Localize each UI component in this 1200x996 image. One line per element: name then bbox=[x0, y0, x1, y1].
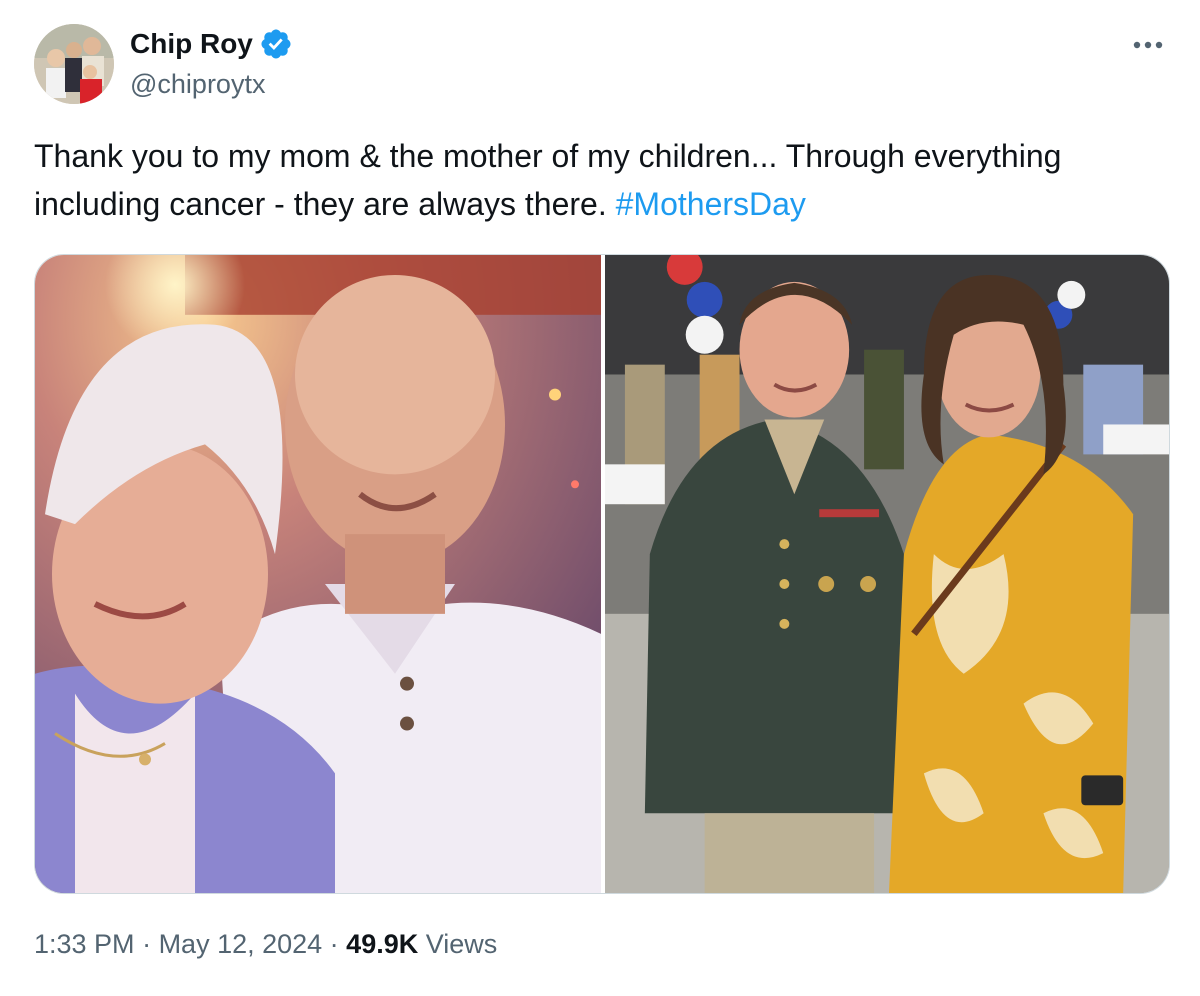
views-count[interactable]: 49.9K bbox=[346, 929, 418, 959]
tweet-text-body: Thank you to my mom & the mother of my c… bbox=[34, 138, 1062, 222]
author-handle[interactable]: @chiproytx bbox=[130, 66, 265, 102]
more-button[interactable] bbox=[1128, 30, 1168, 60]
avatar[interactable] bbox=[34, 24, 114, 104]
tweet: Chip Roy @chiproytx Thank you to my mom … bbox=[0, 0, 1200, 996]
tweet-media bbox=[34, 254, 1170, 894]
verified-badge-icon bbox=[261, 29, 291, 59]
more-horizontal-icon bbox=[1133, 41, 1163, 49]
photo-wife-and-son-in-uniform[interactable] bbox=[605, 255, 1169, 893]
display-name[interactable]: Chip Roy bbox=[130, 26, 253, 62]
author-name-row[interactable]: Chip Roy bbox=[130, 26, 293, 62]
meta-separator: · bbox=[134, 929, 159, 959]
tweet-meta: 1:33 PM · May 12, 2024 · 49.9K Views bbox=[34, 924, 497, 964]
meta-separator: · bbox=[322, 929, 347, 959]
photo-mother-and-son[interactable] bbox=[35, 255, 601, 893]
hashtag-link[interactable]: #MothersDay bbox=[616, 186, 806, 222]
timestamp-date[interactable]: May 12, 2024 bbox=[159, 929, 323, 959]
timestamp-time[interactable]: 1:33 PM bbox=[34, 929, 135, 959]
views-label: Views bbox=[418, 929, 498, 959]
tweet-text: Thank you to my mom & the mother of my c… bbox=[34, 132, 1154, 228]
